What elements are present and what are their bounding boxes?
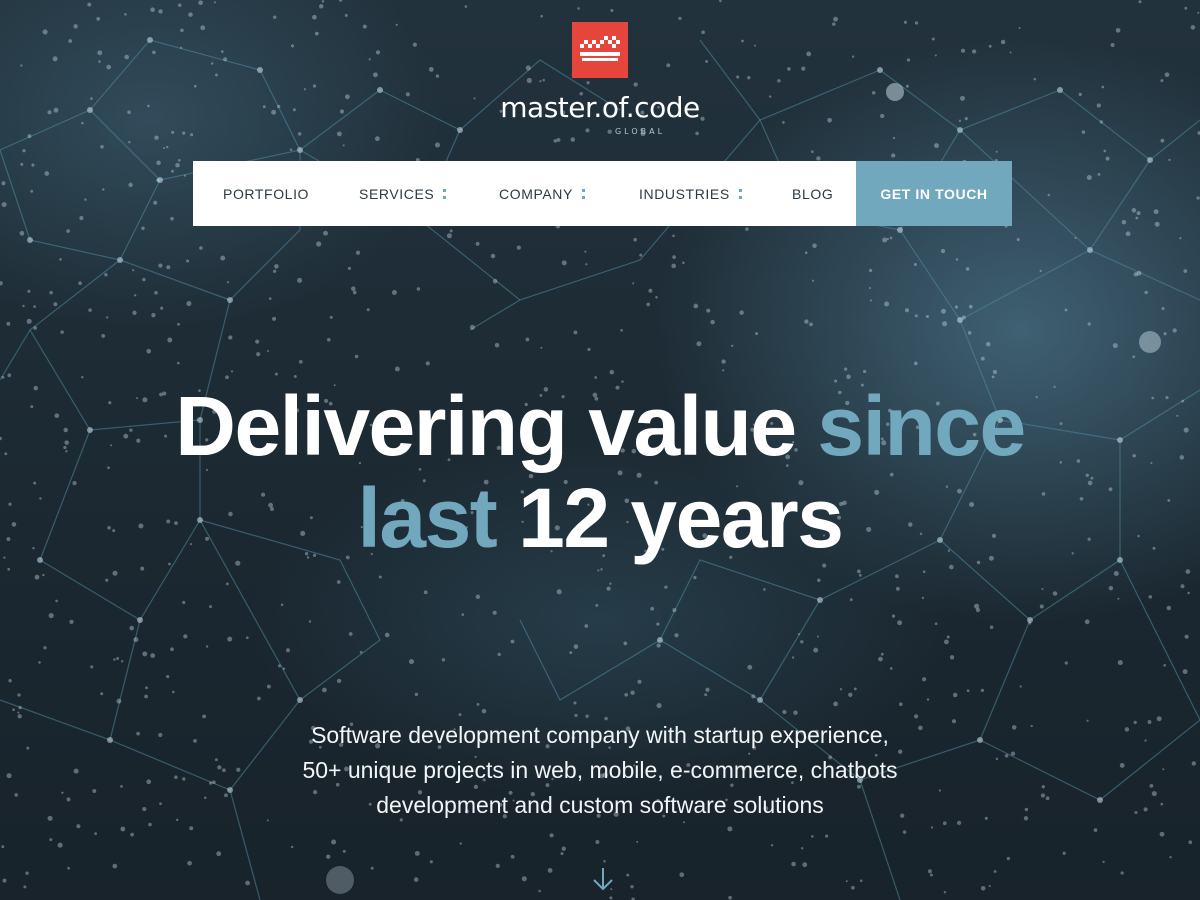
- submenu-dots-icon: [738, 188, 742, 199]
- main-navigation: PORTFOLIO SERVICES COMPANY INDUSTRIES BL…: [193, 161, 1012, 226]
- nav-item-services[interactable]: SERVICES: [359, 161, 447, 226]
- submenu-dots-icon: [581, 188, 585, 199]
- nav-item-label: PORTFOLIO: [223, 185, 310, 202]
- headline-accent: last: [357, 471, 498, 565]
- nav-item-label: BLOG: [792, 185, 834, 202]
- brand-subtitle: GLOBAL: [614, 127, 666, 136]
- submenu-dots-icon: [443, 188, 447, 199]
- get-in-touch-button[interactable]: GET IN TOUCH: [856, 161, 1012, 226]
- nav-item-industries[interactable]: INDUSTRIES: [639, 161, 742, 226]
- hero-tagline: Software development company with startu…: [0, 718, 1200, 823]
- tagline-line: Software development company with startu…: [311, 722, 889, 748]
- hero-headline: Delivering value since last 12 years: [0, 380, 1200, 564]
- arrow-down-icon[interactable]: [591, 864, 615, 894]
- tagline-line: development and custom software solution…: [376, 792, 824, 818]
- nav-item-label: INDUSTRIES: [639, 185, 730, 202]
- nav-item-blog[interactable]: BLOG: [792, 161, 833, 226]
- nav-item-label: SERVICES: [359, 185, 435, 202]
- nav-item-company[interactable]: COMPANY: [499, 161, 585, 226]
- brand-name: master.of.code: [500, 91, 700, 124]
- logo-mark-icon: [572, 22, 628, 78]
- headline-part: 12 years: [518, 471, 844, 565]
- headline-accent: since: [817, 379, 1026, 473]
- nav-item-portfolio[interactable]: PORTFOLIO: [223, 161, 309, 226]
- headline-part: Delivering value: [175, 379, 797, 473]
- brand-logo[interactable]: master.of.code GLOBAL: [0, 22, 1200, 136]
- tagline-line: 50+ unique projects in web, mobile, e-co…: [302, 757, 898, 783]
- nav-item-label: COMPANY: [499, 185, 573, 202]
